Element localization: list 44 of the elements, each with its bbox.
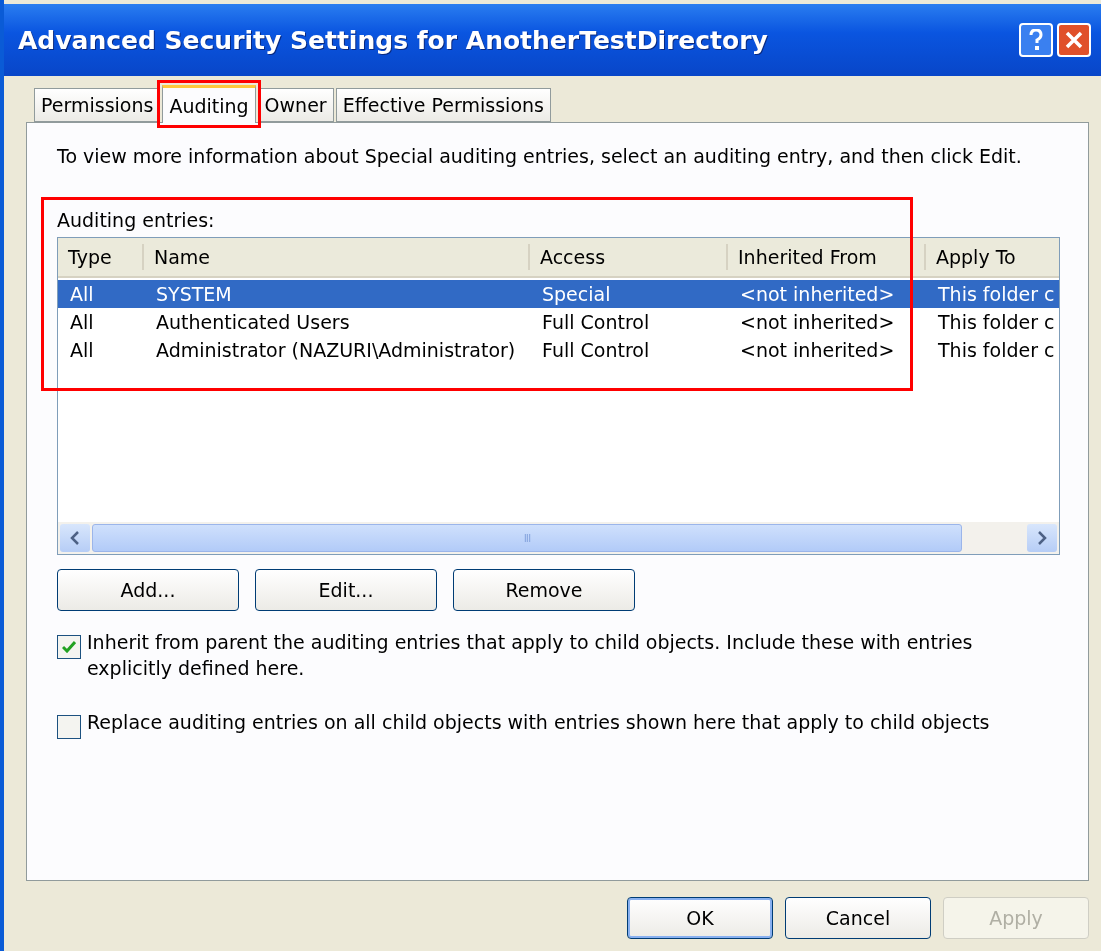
column-header[interactable]: Apply To	[926, 244, 1059, 270]
table-cell-text: Special	[541, 282, 612, 307]
close-button[interactable]	[1057, 23, 1091, 57]
option-label: Replace auditing entries on all child objects with entries shown here that apply to child objects	[87, 710, 990, 735]
checkbox[interactable]	[57, 635, 81, 659]
option-label: Inherit from parent the auditing entries that apply to child objects. Include these with entries explicitly defined here.	[87, 630, 974, 681]
table-cell-text: This folder c	[937, 310, 1056, 335]
entries-label: Auditing entries:	[57, 209, 216, 231]
column-header[interactable]: Access	[530, 244, 728, 270]
help-button[interactable]	[1019, 23, 1053, 57]
entry-row[interactable]: All Authenticated Users Full Control <not inherited> This folder c	[58, 308, 1059, 336]
entry-button[interactable]: Edit...	[255, 569, 437, 611]
table-cell-text: Full Control	[541, 338, 651, 363]
scroll-left-button[interactable]	[60, 524, 90, 552]
table-cell-text: <not inherited>	[739, 338, 896, 363]
checkbox[interactable]	[57, 715, 81, 739]
entry-row[interactable]: All Administrator (NAZURI\Administrator) Full Control <not inherited> This folder c	[58, 336, 1059, 364]
entry-button[interactable]: Add...	[57, 569, 239, 611]
table-cell-text: Authenticated Users	[155, 310, 351, 335]
table-cell-text: This folder c	[937, 338, 1056, 363]
column-header[interactable]: Type	[58, 244, 144, 270]
column-header[interactable]: Inherited From	[728, 244, 926, 270]
dialog-button[interactable]: OK	[627, 897, 773, 939]
dialog-button[interactable]: Cancel	[785, 897, 931, 939]
entry-button[interactable]: Remove	[453, 569, 635, 611]
table-cell-text: Administrator (NAZURI\Administrator)	[155, 338, 517, 363]
entries-list[interactable]	[57, 237, 1060, 555]
table-cell-text: SYSTEM	[155, 282, 233, 307]
scroll-right-button[interactable]	[1027, 524, 1057, 552]
table-cell-text: This folder c	[937, 282, 1056, 307]
check-icon	[62, 641, 76, 653]
column-header[interactable]: Name	[144, 244, 530, 270]
table-cell-text: All	[69, 282, 95, 307]
entry-row[interactable]: All SYSTEM Special <not inherited> This folder c	[58, 280, 1059, 308]
intro-text: To view more information about Special auditing entries, select an auditing entry, and then click Edit.	[57, 145, 1023, 167]
tab[interactable]: Effective Permissions	[335, 88, 551, 122]
close-icon	[1064, 30, 1084, 50]
window-title: Advanced Security Settings for AnotherTestDirectory	[18, 25, 769, 55]
help-icon	[1028, 29, 1044, 51]
table-cell-text: All	[69, 338, 95, 363]
table-cell-text: Full Control	[541, 310, 651, 335]
table-cell-text: <not inherited>	[739, 282, 896, 307]
table-cell-text: <not inherited>	[739, 310, 896, 335]
table-cell-text: All	[69, 310, 95, 335]
